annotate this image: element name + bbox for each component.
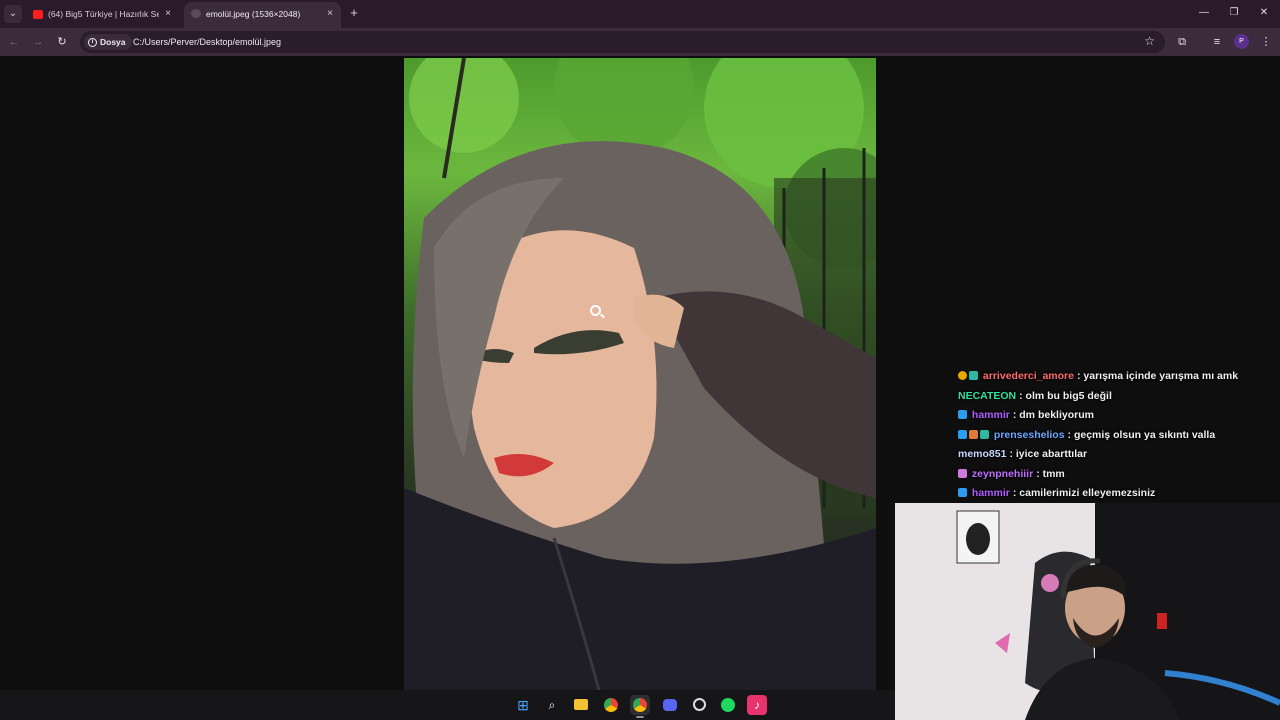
tab-title: emolül.jpeg (1536×2048): [206, 9, 301, 19]
badge-icon: [980, 429, 989, 439]
close-tab-icon[interactable]: ×: [162, 2, 174, 26]
chat-username: prenseshelios: [993, 428, 1065, 441]
badge-icon: [958, 488, 967, 497]
tab-image[interactable]: emolül.jpeg (1536×2048) ×: [184, 2, 341, 28]
chat-message: prenseshelios: geçmiş olsun ya sıkıntı v…: [958, 427, 1278, 447]
badge-icon: [969, 371, 978, 380]
close-window-button[interactable]: ✕: [1257, 6, 1271, 20]
reload-icon[interactable]: ↻: [54, 34, 70, 50]
badge-icon: [958, 429, 967, 439]
app-icon[interactable]: [689, 695, 709, 715]
tab-search-button[interactable]: ⌄: [4, 5, 22, 23]
file-icon: [191, 9, 201, 18]
chat-text: : dm bekliyorum: [1012, 409, 1094, 421]
chat-text: : olm bu big5 değil: [1019, 389, 1112, 402]
chat-username: arrivederci_amore: [982, 370, 1074, 382]
profile-avatar[interactable]: P: [1234, 34, 1249, 49]
chat-username: NECATEON: [958, 389, 1017, 402]
forward-icon[interactable]: →: [30, 34, 46, 50]
chat-text: : yarışma içinde yarışma mı amk: [1076, 370, 1239, 382]
search-icon[interactable]: ⌕: [542, 695, 562, 715]
discord-icon[interactable]: [660, 695, 680, 715]
chat-username: hammir: [971, 409, 1010, 421]
maximize-button[interactable]: ❐: [1227, 6, 1241, 20]
photo-illustration: [404, 58, 876, 690]
bookmark-star-icon[interactable]: ☆: [1144, 34, 1155, 48]
badge-icon: [958, 371, 967, 380]
chat-username: zeynpnehiiir: [971, 467, 1034, 480]
chat-message: NECATEON: olm bu big5 değil: [958, 388, 1278, 408]
tiktok-icon[interactable]: ♪: [747, 695, 767, 715]
chat-text: : camilerimizi elleyemezsiniz: [1012, 487, 1156, 499]
chat-text: : geçmiş olsun ya sıkıntı valla: [1067, 428, 1216, 441]
info-icon: i: [88, 38, 97, 47]
close-tab-icon[interactable]: ×: [324, 2, 336, 26]
webcam-feed: [895, 503, 1280, 720]
site-info-chip[interactable]: i Dosya: [84, 34, 132, 50]
tab-title: (64) Big5 Türkiye | Hazırlık Sezon: [48, 9, 159, 19]
tab-youtube[interactable]: (64) Big5 Türkiye | Hazırlık Sezon ×: [26, 2, 179, 28]
webcam-illustration: [895, 503, 1280, 720]
chat-message: hammir: dm bekliyorum: [958, 407, 1278, 427]
browser-toolbar: ← → ↻ i Dosya C:/Users/Perver/Desktop/em…: [0, 28, 1280, 56]
url-text[interactable]: C:/Users/Perver/Desktop/emolül.jpeg: [133, 31, 281, 53]
extensions-icon[interactable]: ⧉: [1174, 34, 1190, 50]
taskbar: ⊞ ⌕ ♪: [0, 690, 895, 720]
chat-message: arrivederci_amore: yarışma içinde yarışm…: [958, 368, 1278, 388]
chip-label: Dosya: [100, 37, 126, 47]
chat-text: : iyice abarttılar: [1009, 448, 1088, 460]
zoom-cursor-icon: [590, 305, 601, 316]
windows-start-icon[interactable]: ⊞: [513, 695, 533, 715]
minimize-button[interactable]: —: [1197, 6, 1211, 20]
chrome-active-icon[interactable]: [630, 695, 650, 718]
chat-message: zeynpnehiiir: tmm: [958, 466, 1278, 486]
chat-message: memo851: iyice abarttılar: [958, 446, 1278, 466]
badge-icon: [958, 468, 967, 478]
badge-icon: [958, 410, 967, 419]
chat-message: hammir: camilerimizi elleyemezsiniz: [958, 485, 1278, 505]
chat-username: hammir: [971, 487, 1010, 499]
file-explorer-icon[interactable]: [571, 695, 591, 715]
address-bar[interactable]: i Dosya C:/Users/Perver/Desktop/emolül.j…: [80, 31, 1165, 53]
tab-strip: ⌄ (64) Big5 Türkiye | Hazırlık Sezon × e…: [0, 0, 1280, 28]
chat-username: memo851: [958, 448, 1007, 460]
chat-overlay: arrivederci_amore: yarışma içinde yarışm…: [958, 368, 1278, 505]
media-controls-icon[interactable]: ≡: [1209, 34, 1225, 50]
back-icon[interactable]: ←: [6, 34, 22, 50]
new-tab-button[interactable]: +: [346, 5, 362, 21]
chat-text: : tmm: [1036, 467, 1065, 480]
menu-icon[interactable]: ⋮: [1258, 34, 1274, 50]
spotify-icon[interactable]: [718, 695, 738, 715]
chrome-icon[interactable]: [601, 695, 621, 715]
badge-icon: [969, 429, 978, 439]
youtube-icon: [33, 10, 43, 19]
chevron-down-icon: ⌄: [8, 8, 18, 19]
displayed-photo[interactable]: [404, 58, 876, 690]
